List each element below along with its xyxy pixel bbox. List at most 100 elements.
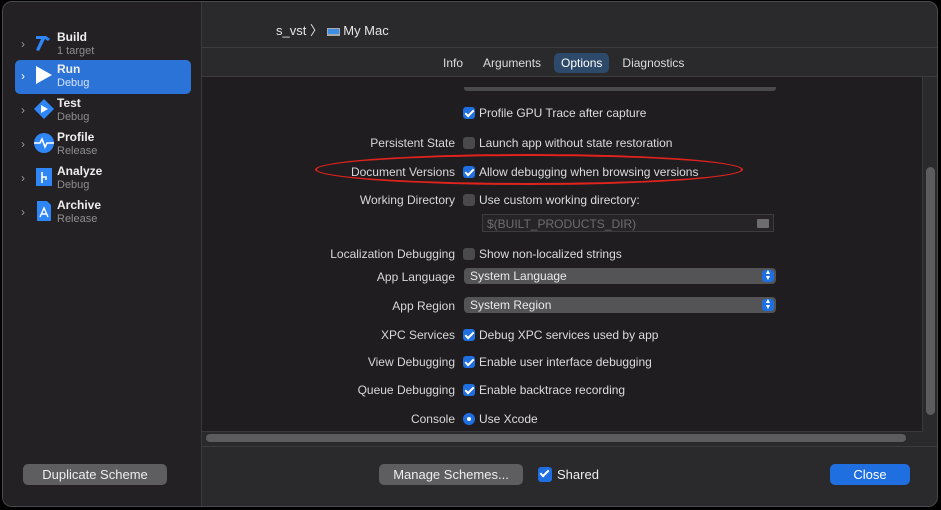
document-versions-label: Document Versions <box>350 165 455 179</box>
sidebar-item-sub: Release <box>57 145 98 157</box>
tab-bar: Info Arguments Options Diagnostics <box>436 53 691 73</box>
localization-row: Localization Debugging Show non-localize… <box>202 245 923 263</box>
options-content: Profile GPU Trace after capture Persiste… <box>202 77 923 432</box>
divider <box>202 446 937 447</box>
persistent-state-checkbox[interactable] <box>463 137 475 149</box>
persistent-state-row: Persistent State Launch app without stat… <box>202 134 923 152</box>
duplicate-scheme-button[interactable]: Duplicate Scheme <box>23 464 167 485</box>
sidebar-item-profile[interactable]: › Profile Release <box>15 128 191 162</box>
analyze-icon <box>36 168 52 186</box>
destination-name[interactable]: My Mac <box>343 23 389 38</box>
console-row: Console Use Xcode <box>202 410 923 428</box>
shared-checkbox[interactable] <box>538 467 552 482</box>
scheme-editor-window: › Build 1 target › Run Debug › Test Debu… <box>2 1 938 507</box>
cut-off-popup <box>464 87 776 91</box>
queue-debugging-label: Queue Debugging <box>357 383 455 397</box>
folder-icon[interactable] <box>757 219 769 228</box>
console-label: Console <box>410 412 455 426</box>
sidebar-item-label: Analyze <box>57 164 103 178</box>
test-diamond-icon <box>34 99 54 119</box>
sidebar-item-test[interactable]: › Test Debug <box>15 94 191 128</box>
gpu-trace-text: Profile GPU Trace after capture <box>479 106 647 120</box>
xpc-text: Debug XPC services used by app <box>479 328 659 342</box>
app-region-value: System Region <box>470 298 552 312</box>
archive-app-icon <box>37 201 51 221</box>
vertical-scrollbar[interactable] <box>926 167 935 415</box>
working-directory-label: Working Directory <box>359 193 455 207</box>
scheme-action-sidebar: › Build 1 target › Run Debug › Test Debu… <box>3 2 202 506</box>
localization-checkbox[interactable] <box>463 248 475 260</box>
gpu-trace-checkbox[interactable] <box>463 107 475 119</box>
localization-text: Show non-localized strings <box>479 247 622 261</box>
console-text: Use Xcode <box>479 412 538 426</box>
app-language-label: App Language <box>376 270 455 284</box>
working-directory-checkbox[interactable] <box>463 194 475 206</box>
localization-label: Localization Debugging <box>330 247 455 261</box>
sidebar-item-analyze[interactable]: › Analyze Debug <box>15 162 191 196</box>
persistent-state-label: Persistent State <box>370 136 455 150</box>
sidebar-item-run[interactable]: › Run Debug <box>15 60 191 94</box>
scheme-name[interactable]: s_vst <box>276 23 306 38</box>
sidebar-item-label: Archive <box>57 198 102 212</box>
chevron-right-icon[interactable]: › <box>21 205 25 219</box>
sidebar-item-label: Build <box>57 30 87 44</box>
xpc-label: XPC Services <box>380 328 455 342</box>
divider <box>202 47 937 48</box>
view-debugging-label: View Debugging <box>367 355 455 369</box>
queue-debugging-row: Queue Debugging Enable backtrace recordi… <box>202 381 923 399</box>
document-versions-text: Allow debugging when browsing versions <box>479 165 699 179</box>
breadcrumb-separator: 〉 <box>309 23 323 38</box>
sidebar-item-sub: 1 target <box>57 45 95 57</box>
working-directory-field[interactable]: $(BUILT_PRODUCTS_DIR) <box>482 214 774 232</box>
chevron-right-icon[interactable]: › <box>21 103 25 117</box>
working-directory-placeholder: $(BUILT_PRODUCTS_DIR) <box>487 217 637 231</box>
app-language-value: System Language <box>470 269 567 283</box>
xpc-row: XPC Services Debug XPC services used by … <box>202 326 923 344</box>
console-radio[interactable] <box>463 413 475 425</box>
persistent-state-text: Launch app without state restoration <box>479 136 673 150</box>
manage-schemes-button[interactable]: Manage Schemes... <box>379 464 523 485</box>
tab-arguments[interactable]: Arguments <box>476 53 548 73</box>
sidebar-item-sub: Debug <box>57 111 90 123</box>
breadcrumb[interactable]: s_vst 〉 My Mac <box>276 20 389 39</box>
view-debugging-row: View Debugging Enable user interface deb… <box>202 353 923 371</box>
sidebar-item-build[interactable]: › Build 1 target <box>15 28 191 62</box>
view-debugging-text: Enable user interface debugging <box>479 355 652 369</box>
app-language-popup[interactable]: System Language ▲ ▼ <box>464 268 776 284</box>
play-icon <box>36 66 52 84</box>
chevron-right-icon[interactable]: › <box>21 171 25 185</box>
chevron-updown-icon: ▲ ▼ <box>762 269 774 282</box>
chevron-right-icon[interactable]: › <box>21 137 25 151</box>
queue-debugging-text: Enable backtrace recording <box>479 383 626 397</box>
queue-debugging-checkbox[interactable] <box>463 384 475 396</box>
working-directory-text: Use custom working directory: <box>479 193 640 207</box>
working-directory-row: Working Directory Use custom working dir… <box>202 191 923 209</box>
app-language-row: App Language System Language ▲ ▼ <box>202 268 923 286</box>
app-region-row: App Region System Region ▲ ▼ <box>202 297 923 315</box>
gpu-trace-row: Profile GPU Trace after capture <box>202 104 923 122</box>
chevron-right-icon[interactable]: › <box>21 37 25 51</box>
sidebar-item-sub: Debug <box>57 179 90 191</box>
scheme-options-pane: s_vst 〉 My Mac Info Arguments Options Di… <box>202 2 937 506</box>
sidebar-item-sub: Release <box>57 213 98 225</box>
sidebar-item-label: Test <box>57 96 81 110</box>
sidebar-item-archive[interactable]: › Archive Release <box>15 196 191 230</box>
close-button[interactable]: Close <box>830 464 910 485</box>
shared-label: Shared <box>557 467 599 482</box>
laptop-icon <box>326 27 340 36</box>
chevron-right-icon[interactable]: › <box>21 69 25 83</box>
app-region-popup[interactable]: System Region ▲ ▼ <box>464 297 776 313</box>
app-region-label: App Region <box>392 299 455 313</box>
tab-diagnostics[interactable]: Diagnostics <box>615 53 691 73</box>
document-versions-row: Document Versions Allow debugging when b… <box>202 163 923 181</box>
tab-info[interactable]: Info <box>436 53 470 73</box>
waveform-icon <box>34 133 54 153</box>
document-versions-checkbox[interactable] <box>463 166 475 178</box>
xpc-checkbox[interactable] <box>463 329 475 341</box>
sidebar-item-sub: Debug <box>57 77 90 89</box>
tab-options[interactable]: Options <box>554 53 610 73</box>
horizontal-scrollbar[interactable] <box>206 434 906 442</box>
view-debugging-checkbox[interactable] <box>463 356 475 368</box>
sidebar-item-label: Profile <box>57 130 95 144</box>
chevron-updown-icon: ▲ ▼ <box>762 298 774 311</box>
